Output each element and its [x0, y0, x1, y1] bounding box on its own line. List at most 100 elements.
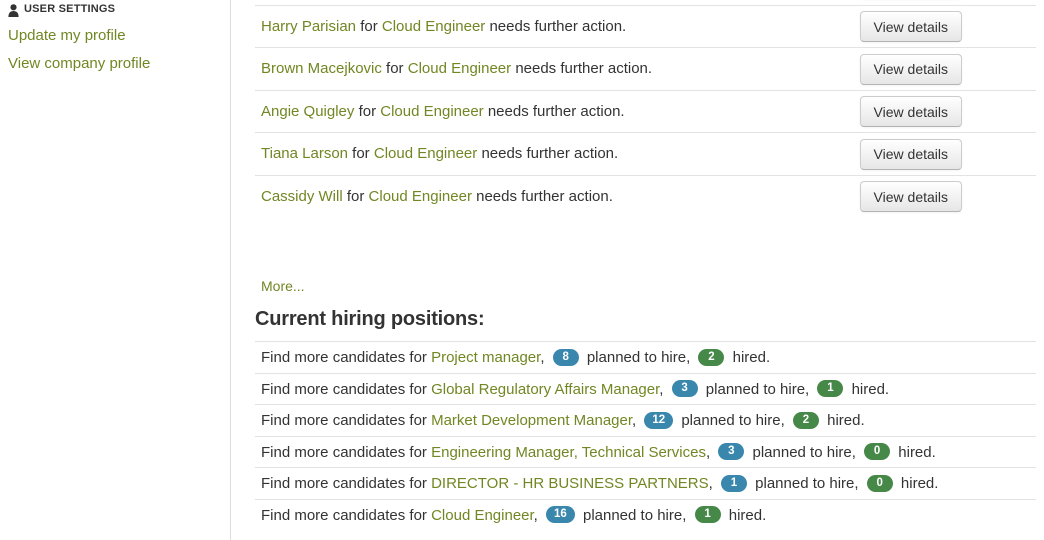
- notification-row: Angie Quigley for Cloud Engineer needs f…: [255, 89, 1036, 134]
- hiring-prefix-label: Find more candidates for: [261, 349, 427, 366]
- hiring-row: Find more candidates for Global Regulato…: [255, 372, 1036, 406]
- notification-text: Tiana Larson for Cloud Engineer needs fu…: [261, 133, 618, 176]
- hiring-positions-list: Find more candidates for Project manager…: [255, 341, 1036, 530]
- notification-row: Harry Parisian for Cloud Engineer needs …: [255, 4, 1036, 49]
- notification-row: Cassidy Will for Cloud Engineer needs fu…: [255, 174, 1036, 219]
- notification-suffix-label: needs further action.: [476, 187, 613, 205]
- hiring-text: Find more candidates for Project manager…: [261, 342, 770, 374]
- notification-for-label: for: [360, 17, 378, 35]
- position-link[interactable]: Cloud Engineer: [382, 18, 485, 35]
- hiring-comma: ,: [705, 443, 711, 461]
- position-link[interactable]: Cloud Engineer: [374, 145, 477, 162]
- hiring-text: Find more candidates for Engineering Man…: [261, 437, 936, 469]
- notification-row: Tiana Larson for Cloud Engineer needs fu…: [255, 132, 1036, 175]
- position-link[interactable]: Cloud Engineer: [380, 103, 483, 120]
- notification-row: Brown Macejkovic for Cloud Engineer need…: [255, 47, 1036, 90]
- hiring-comma: ,: [708, 475, 713, 492]
- page-root: USER SETTINGS Update my profile View com…: [0, 0, 1044, 540]
- candidate-link[interactable]: Brown Macejkovic: [261, 60, 382, 77]
- hiring-row: Find more candidates for Market Developm…: [255, 404, 1036, 436]
- position-link[interactable]: Cloud Engineer: [408, 60, 511, 77]
- notification-for-label: for: [386, 60, 404, 77]
- hiring-prefix-label: Find more candidates for: [261, 506, 427, 524]
- more-link[interactable]: More...: [261, 278, 305, 294]
- hiring-comma: ,: [533, 506, 538, 524]
- hiring-comma: ,: [632, 412, 637, 429]
- planned-count-badge: 8: [552, 348, 579, 366]
- notification-for-label: for: [352, 145, 370, 162]
- notification-text: Brown Macejkovic for Cloud Engineer need…: [261, 48, 652, 91]
- hiring-text: Find more candidates for DIRECTOR - HR B…: [261, 468, 938, 500]
- sidebar: USER SETTINGS Update my profile View com…: [0, 0, 231, 540]
- view-details-button[interactable]: View details: [859, 53, 962, 85]
- current-hiring-positions-title: Current hiring positions:: [255, 308, 485, 330]
- notification-for-label: for: [358, 102, 377, 120]
- planned-label: planned to hire,: [705, 380, 810, 398]
- view-details-button[interactable]: View details: [859, 181, 962, 212]
- hiring-position-link[interactable]: Engineering Manager, Technical Services: [431, 444, 706, 461]
- sidebar-item-update-my-profile[interactable]: Update my profile: [8, 27, 126, 45]
- hired-count-badge: 1: [694, 506, 721, 524]
- hiring-prefix-label: Find more candidates for: [261, 443, 427, 461]
- notification-suffix-label: needs further action.: [481, 145, 619, 162]
- notification-text: Angie Quigley for Cloud Engineer needs f…: [261, 91, 625, 134]
- hired-label: hired.: [728, 506, 767, 524]
- hiring-row: Find more candidates for DIRECTOR - HR B…: [255, 467, 1036, 499]
- candidate-link[interactable]: Angie Quigley: [261, 103, 354, 120]
- notification-suffix-label: needs further action.: [489, 17, 627, 35]
- notifications-list: Velva Wehner for Cloud Engineer needs fu…: [255, 0, 1036, 217]
- view-details-button[interactable]: View details: [859, 96, 962, 127]
- notification-suffix-label: needs further action.: [515, 60, 653, 77]
- sidebar-section-heading: USER SETTINGS: [8, 0, 115, 18]
- candidate-link[interactable]: Harry Parisian: [261, 18, 356, 35]
- candidate-link[interactable]: Cassidy Will: [261, 188, 343, 205]
- main-content: Velva Wehner for Cloud Engineer needs fu…: [232, 0, 1044, 540]
- view-details-button[interactable]: View details: [859, 11, 962, 42]
- hired-count-badge: 1: [817, 380, 844, 398]
- hiring-position-link[interactable]: Market Development Manager: [431, 412, 632, 429]
- sidebar-item-view-company-profile[interactable]: View company profile: [8, 55, 150, 73]
- hiring-prefix-label: Find more candidates for: [261, 380, 427, 398]
- hiring-text: Find more candidates for Cloud Engineer,…: [261, 500, 766, 532]
- hiring-text: Find more candidates for Global Regulato…: [261, 374, 889, 406]
- hired-label: hired.: [898, 443, 936, 461]
- planned-label: planned to hire,: [681, 412, 785, 429]
- planned-label: planned to hire,: [582, 506, 687, 524]
- notification-for-label: for: [346, 187, 365, 205]
- hired-count-badge: 0: [866, 474, 893, 492]
- notification-text: Harry Parisian for Cloud Engineer needs …: [261, 6, 626, 49]
- candidate-link[interactable]: Tiana Larson: [261, 145, 348, 162]
- hired-count-badge: 2: [698, 348, 725, 366]
- hiring-comma: ,: [540, 349, 545, 366]
- view-details-button[interactable]: View details: [859, 138, 962, 170]
- notification-suffix-label: needs further action.: [487, 102, 625, 120]
- hired-label: hired.: [900, 475, 939, 492]
- user-icon: [8, 3, 19, 17]
- hiring-row: Find more candidates for Cloud Engineer,…: [255, 498, 1036, 532]
- hiring-position-link[interactable]: Project manager: [431, 349, 540, 366]
- planned-count-badge: 3: [671, 380, 698, 398]
- hiring-row: Find more candidates for Project manager…: [255, 341, 1036, 373]
- planned-count-badge: 3: [718, 443, 745, 461]
- hiring-text: Find more candidates for Market Developm…: [261, 405, 865, 437]
- hiring-row: Find more candidates for Engineering Man…: [255, 435, 1036, 469]
- hiring-position-link[interactable]: DIRECTOR - HR BUSINESS PARTNERS: [431, 475, 709, 492]
- sidebar-heading-label: USER SETTINGS: [24, 3, 116, 15]
- planned-count-badge: 1: [720, 474, 747, 492]
- planned-label: planned to hire,: [752, 443, 856, 461]
- planned-count-badge: 16: [546, 506, 575, 524]
- hiring-prefix-label: Find more candidates for: [261, 475, 427, 492]
- position-link[interactable]: Cloud Engineer: [369, 188, 472, 205]
- planned-label: planned to hire,: [586, 349, 691, 366]
- hiring-prefix-label: Find more candidates for: [261, 412, 427, 429]
- notification-text: Cassidy Will for Cloud Engineer needs fu…: [261, 176, 613, 219]
- hired-label: hired.: [851, 380, 890, 398]
- hired-label: hired.: [732, 349, 771, 366]
- hired-label: hired.: [827, 412, 865, 429]
- planned-count-badge: 12: [644, 411, 674, 429]
- hired-count-badge: 0: [864, 443, 891, 461]
- hiring-position-link[interactable]: Global Regulatory Affairs Manager: [431, 381, 659, 398]
- planned-label: planned to hire,: [755, 475, 859, 492]
- hired-count-badge: 2: [792, 411, 819, 429]
- hiring-position-link[interactable]: Cloud Engineer: [431, 507, 534, 524]
